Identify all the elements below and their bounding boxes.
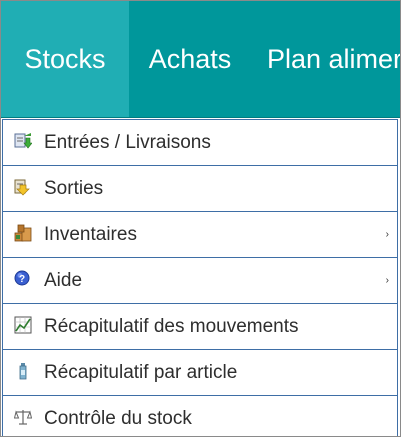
menu-item-controle-stock[interactable]: Contrôle du stock [2,395,398,436]
submenu-arrow-icon: › [385,229,389,240]
tab-plan-alimentaire[interactable]: Plan alimer [267,1,400,117]
inventory-boxes-icon [14,224,32,242]
chart-icon [14,316,32,334]
menu-item-recapitulatif-mouvements[interactable]: Récapitulatif des mouvements [2,303,398,349]
menu-item-label: Récapitulatif par article [44,362,238,383]
tab-stocks[interactable]: Stocks [1,1,129,117]
menu-item-label: Aide [44,270,83,291]
menu-item-label: Inventaires [44,224,137,245]
menu-item-recapitulatif-article[interactable]: Récapitulatif par article [2,349,398,395]
incoming-delivery-icon [14,132,33,150]
svg-text:?: ? [19,274,25,285]
outgoing-icon [14,178,32,196]
menu-item-inventaires[interactable]: Inventaires › [2,211,398,257]
menu-item-label: Sorties [44,178,104,199]
menu-item-label: Récapitulatif des mouvements [44,316,299,337]
help-icon: ? [14,270,32,288]
top-navbar: Stocks Achats Plan alimer [1,1,400,118]
stocks-dropdown-menu: Entrées / Livraisons Sorties Inventaires… [1,118,399,436]
menu-item-entrees-livraisons[interactable]: Entrées / Livraisons [2,119,398,165]
menu-item-label: Entrées / Livraisons [44,132,211,153]
scale-icon [13,408,33,426]
bottle-icon [14,362,32,380]
menu-item-aide[interactable]: ? Aide › [2,257,398,303]
stocks-menu-window: Stocks Achats Plan alimer Entrées / Livr… [0,0,401,437]
tab-achats[interactable]: Achats [129,1,251,117]
menu-item-sorties[interactable]: Sorties [2,165,398,211]
submenu-arrow-icon: › [385,275,389,286]
menu-item-label: Contrôle du stock [44,408,192,429]
